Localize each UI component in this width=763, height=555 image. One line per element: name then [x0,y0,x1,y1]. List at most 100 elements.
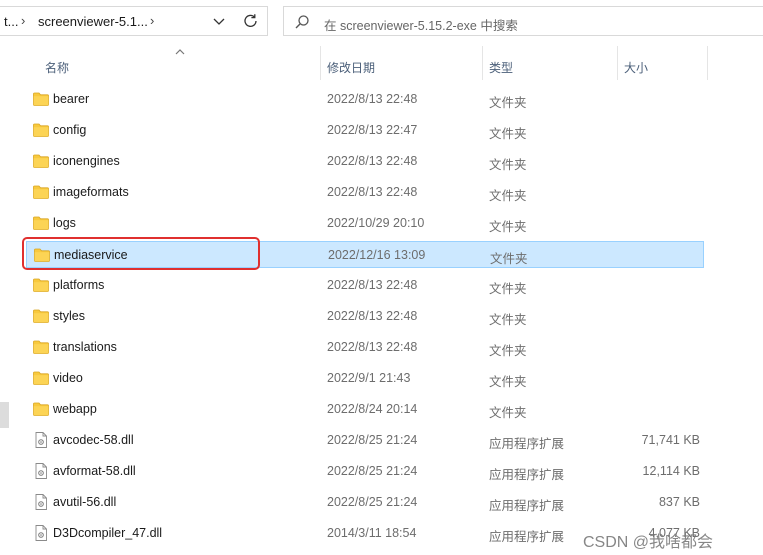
file-modified-date: 2022/8/13 22:48 [327,185,418,199]
file-type: 文件夹 [489,189,527,203]
file-modified-date: 2022/8/13 22:48 [327,278,418,292]
dll-file-icon [33,463,49,479]
file-type: 文件夹 [489,282,527,296]
file-modified-date: 2022/9/1 21:43 [327,371,411,385]
file-type: 文件夹 [489,375,527,389]
file-type: 文件夹 [489,220,527,234]
file-name: logs [53,216,76,230]
folder-icon [33,309,49,323]
file-list-item[interactable]: config 2022/8/13 22:47 文件夹 [26,117,704,144]
file-type: 应用程序扩展 [489,530,565,544]
file-name: bearer [53,92,90,106]
chevron-down-icon[interactable] [204,7,234,35]
breadcrumb-separator[interactable]: › [21,13,25,28]
file-list-item[interactable]: webapp 2022/8/24 20:14 文件夹 [26,396,704,423]
folder-icon [33,123,49,137]
file-modified-date: 2022/8/25 21:24 [327,495,418,509]
column-divider[interactable] [707,46,708,80]
breadcrumb-previous[interactable]: t... [4,14,18,29]
file-list-item[interactable]: avcodec-58.dll 2022/8/25 21:24 应用程序扩展 71,74… [26,427,704,454]
file-list-item[interactable]: avformat-58.dll 2022/8/25 21:24 应用程序扩展 12,1… [26,458,704,485]
file-name: translations [53,340,117,354]
file-type: 文件夹 [489,344,527,358]
refresh-icon[interactable] [236,7,266,35]
file-type: 文件夹 [489,406,527,420]
folder-icon [33,92,49,106]
column-divider[interactable] [617,46,618,80]
file-name: video [53,371,83,385]
top-bar: t... › screenviewer-5.1... › 在 screenvie… [0,0,763,44]
address-bar[interactable]: t... › screenviewer-5.1... › [0,6,268,36]
file-list-item[interactable]: bearer 2022/8/13 22:48 文件夹 [26,86,704,113]
folder-icon [33,340,49,354]
file-name: avformat-58.dll [53,464,136,478]
file-modified-date: 2022/8/13 22:48 [327,340,418,354]
file-modified-date: 2022/12/16 13:09 [328,248,426,262]
file-size: 837 KB [658,495,700,509]
search-icon [294,14,310,30]
file-list-item[interactable]: iconengines 2022/8/13 22:48 文件夹 [26,148,704,175]
sort-ascending-icon [175,47,185,57]
column-divider[interactable] [482,46,483,80]
column-divider[interactable] [320,46,321,80]
folder-icon [34,248,50,262]
search-placeholder[interactable]: 在 screenviewer-5.15.2-exe 中搜索 [324,15,518,34]
file-modified-date: 2022/8/13 22:48 [327,309,418,323]
column-name-header[interactable]: 名称 [45,59,69,76]
file-type: 应用程序扩展 [489,468,565,482]
file-modified-date: 2022/8/13 22:48 [327,92,418,106]
folder-icon [33,371,49,385]
column-date-header[interactable]: 修改日期 [327,59,375,76]
file-list-item[interactable]: platforms 2022/8/13 22:48 文件夹 [26,272,704,299]
file-name: avutil-56.dll [53,495,117,509]
file-size: 71,741 KB [641,433,700,447]
file-size: 12,114 KB [642,464,700,478]
file-name: iconengines [53,154,120,168]
file-type: 应用程序扩展 [489,437,565,451]
file-name: mediaservice [54,248,128,262]
file-list-item[interactable]: mediaservice 2022/12/16 13:09 文件夹 [26,241,704,268]
file-modified-date: 2022/8/13 22:47 [327,123,418,137]
file-name: D3Dcompiler_47.dll [53,526,163,540]
search-box[interactable]: 在 screenviewer-5.15.2-exe 中搜索 [283,6,763,36]
breadcrumb-current[interactable]: screenviewer-5.1... [38,14,148,29]
dll-file-icon [33,525,49,541]
file-name: styles [53,309,85,323]
folder-icon [33,185,49,199]
watermark: CSDN @我啥都会 [583,534,714,551]
folder-icon [33,402,49,416]
file-list-item[interactable]: video 2022/9/1 21:43 文件夹 [26,365,704,392]
column-type-header[interactable]: 类型 [489,59,513,76]
file-type: 文件夹 [489,158,527,172]
breadcrumb-separator[interactable]: › [150,13,154,28]
dll-file-icon [33,494,49,510]
file-type: 文件夹 [489,96,527,110]
file-type: 应用程序扩展 [489,499,565,513]
file-name: imageformats [53,185,129,199]
file-modified-date: 2022/8/24 20:14 [327,402,418,416]
file-modified-date: 2022/8/13 22:48 [327,154,418,168]
folder-icon [33,278,49,292]
file-name: platforms [53,278,105,292]
column-header: 名称 修改日期 类型 大小 [0,46,763,80]
file-modified-date: 2022/10/29 20:10 [327,216,425,230]
file-list-item[interactable]: styles 2022/8/13 22:48 文件夹 [26,303,704,330]
folder-icon [33,154,49,168]
file-type: 文件夹 [490,252,528,266]
file-modified-date: 2014/3/11 18:54 [327,526,417,540]
dll-file-icon [33,432,49,448]
file-list-item[interactable]: imageformats 2022/8/13 22:48 文件夹 [26,179,704,206]
file-name: avcodec-58.dll [53,433,134,447]
file-type: 文件夹 [489,313,527,327]
file-list-item[interactable]: translations 2022/8/13 22:48 文件夹 [26,334,704,361]
file-list-item[interactable]: logs 2022/10/29 20:10 文件夹 [26,210,704,237]
folder-icon [33,216,49,230]
file-modified-date: 2022/8/25 21:24 [327,464,418,478]
scrollbar-thumb[interactable] [0,402,9,428]
file-modified-date: 2022/8/25 21:24 [327,433,418,447]
file-list-item[interactable]: avutil-56.dll 2022/8/25 21:24 应用程序扩展 837 KB [26,489,704,516]
file-name: webapp [53,402,97,416]
file-name: config [53,123,87,137]
column-size-header[interactable]: 大小 [624,59,648,76]
file-type: 文件夹 [489,127,527,141]
